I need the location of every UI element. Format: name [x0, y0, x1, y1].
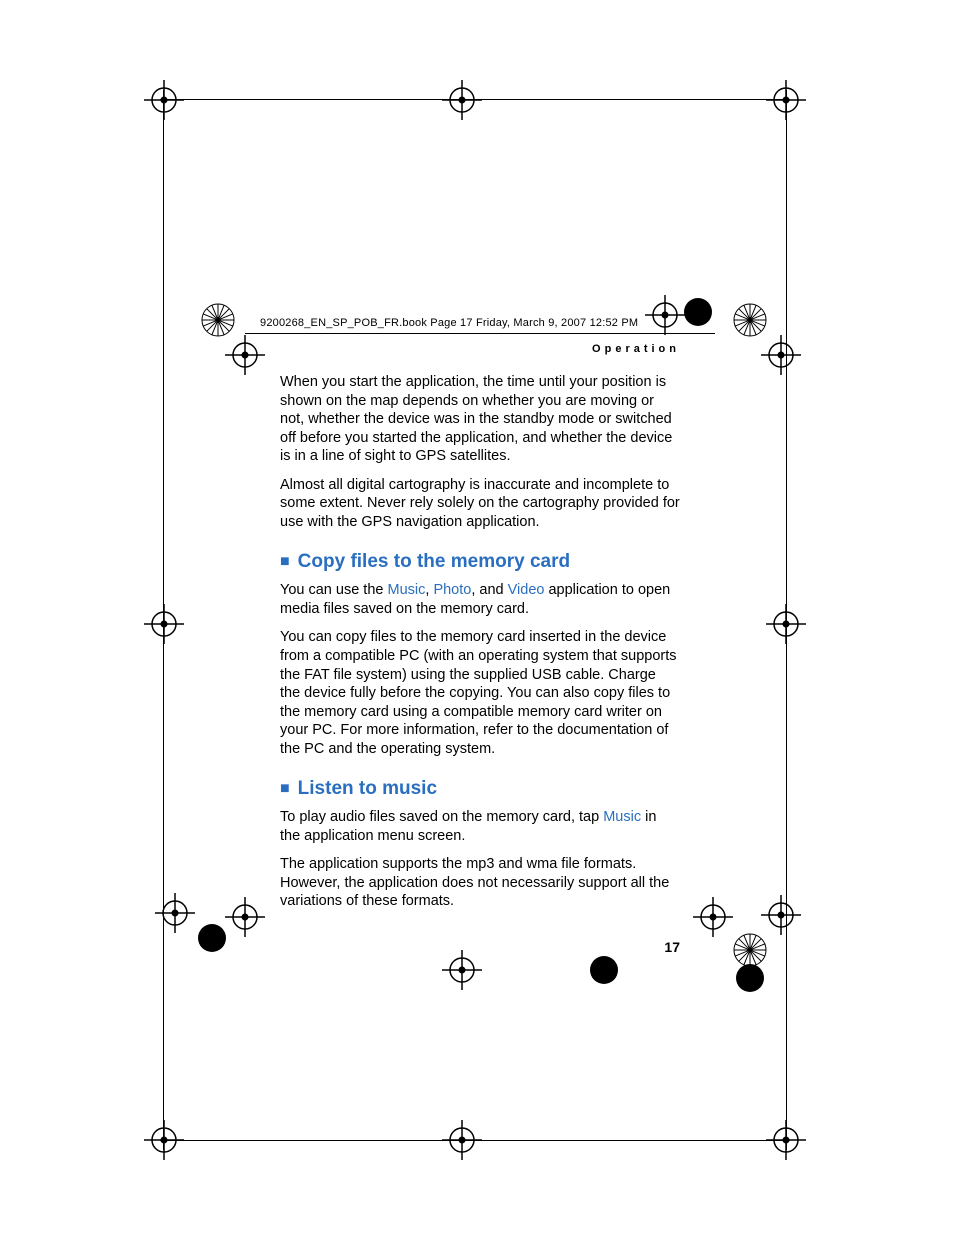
- registration-dot-icon: [198, 924, 226, 952]
- text-run: , and: [471, 582, 507, 598]
- registration-dot-icon: [684, 298, 712, 326]
- heading-listen-music: ■ Listen to music: [280, 778, 680, 800]
- registration-mark-icon: [756, 890, 806, 940]
- heading-copy-files: ■ Copy files to the memory card: [280, 551, 680, 573]
- paragraph: Almost all digital cartography is inaccu…: [280, 476, 680, 532]
- paragraph: When you start the application, the time…: [280, 373, 680, 466]
- heading-text: Copy files to the memory card: [298, 551, 570, 572]
- registration-mark-icon: [730, 300, 770, 340]
- page-content: Operation When you start the application…: [280, 315, 680, 955]
- crop-line: [786, 90, 787, 1150]
- registration-mark-icon: [688, 892, 738, 942]
- registration-mark-icon: [756, 330, 806, 380]
- registration-mark-icon: [134, 70, 194, 130]
- paragraph: You can copy files to the memory card in…: [280, 628, 680, 758]
- link-video[interactable]: Video: [508, 582, 545, 598]
- registration-dot-icon: [590, 956, 618, 984]
- square-bullet-icon: ■: [280, 780, 290, 797]
- crop-line: [160, 99, 790, 100]
- registration-mark-icon: [432, 70, 492, 130]
- registration-mark-icon: [134, 594, 194, 654]
- text-run: To play audio files saved on the memory …: [280, 809, 603, 825]
- crop-line: [160, 1140, 790, 1141]
- registration-mark-icon: [220, 330, 270, 380]
- link-music[interactable]: Music: [388, 582, 426, 598]
- registration-mark-icon: [198, 300, 238, 340]
- paragraph: To play audio files saved on the memory …: [280, 808, 680, 845]
- registration-mark-icon: [150, 888, 200, 938]
- paragraph: The application supports the mp3 and wma…: [280, 855, 680, 911]
- heading-text: Listen to music: [298, 778, 437, 799]
- square-bullet-icon: ■: [280, 553, 290, 570]
- link-photo[interactable]: Photo: [433, 582, 471, 598]
- crop-line: [163, 90, 164, 1150]
- paragraph: You can use the Music, Photo, and Video …: [280, 581, 680, 618]
- registration-mark-icon: [220, 892, 270, 942]
- header-rule: [245, 333, 715, 334]
- section-label: Operation: [280, 343, 680, 355]
- text-run: You can use the: [280, 582, 388, 598]
- registration-dot-icon: [736, 964, 764, 992]
- link-music-app[interactable]: Music: [603, 809, 641, 825]
- page-number: 17: [280, 939, 680, 955]
